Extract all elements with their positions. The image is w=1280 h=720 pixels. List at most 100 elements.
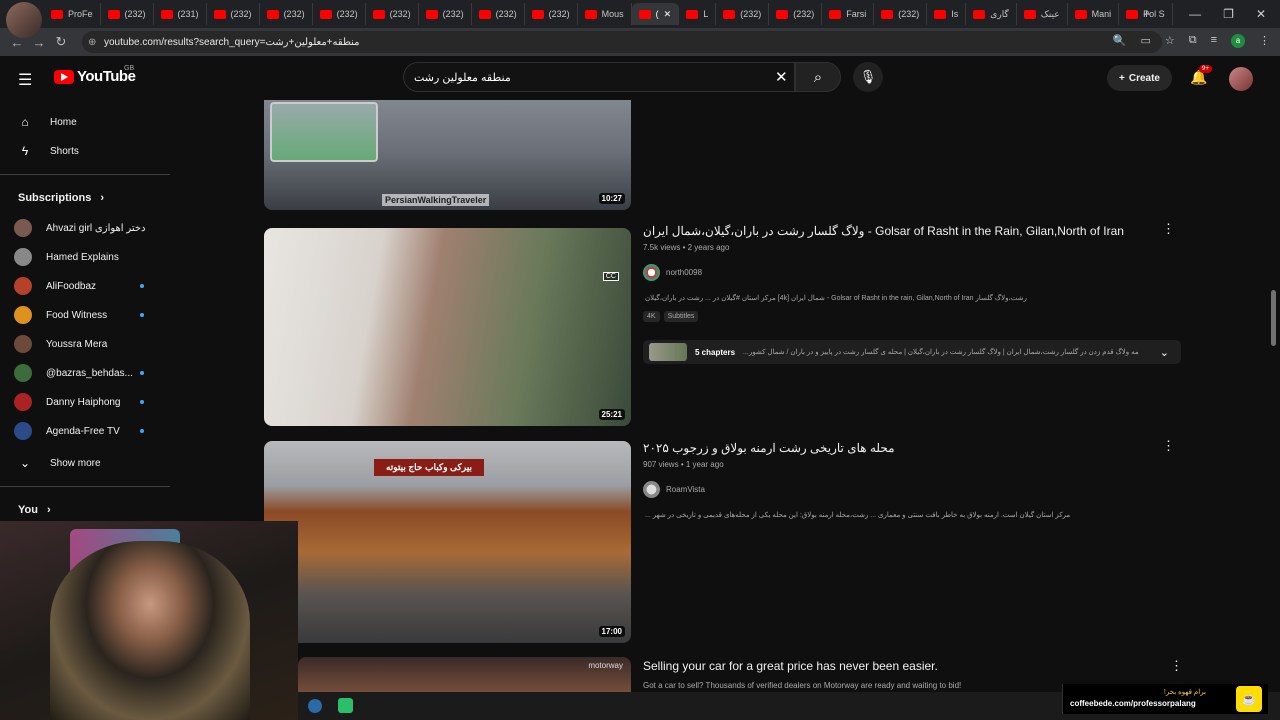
maximize-icon[interactable]: ❐ [1223,7,1234,21]
search-input[interactable]: منطقه معلولین رشت [403,62,795,92]
sidebar-subscription-item[interactable]: Hamed Explains [14,243,164,271]
webcam-person [50,541,250,720]
show-more-button[interactable]: ⌄ Show more [14,449,164,477]
browser-tab[interactable]: Mani [1068,3,1120,25]
browser-tab[interactable]: Mous [578,3,632,25]
chevron-down-icon[interactable]: ⌄ [1160,346,1169,359]
bookmark-star-icon[interactable]: ☆ [1165,34,1175,48]
video-thumbnail[interactable]: CC 25:21 [264,228,631,426]
channel-link[interactable]: RoamVista [643,481,705,498]
sidebar-item-label: Home [50,116,77,128]
browser-tab[interactable]: (232) [101,3,154,25]
browser-tab[interactable]: (231) [154,3,207,25]
video-title[interactable]: ولاگ گلسار رشت در باران،گیلان،شمال ایران… [643,224,1124,238]
app-icon[interactable] [338,698,353,713]
create-button[interactable]: + Create [1107,65,1172,91]
sidebar-subscription-item[interactable]: @bazras_behdas... [14,359,164,387]
tab-favicon-icon [425,9,438,19]
subscription-label: Hamed Explains [46,251,119,263]
more-actions-icon[interactable]: ⋮ [1162,221,1175,237]
sidebar-item-home[interactable]: ⌂ Home [14,108,164,136]
browser-tab[interactable]: Farsi [822,3,875,25]
create-label: Create [1128,72,1160,84]
channel-link[interactable]: north0098 [643,264,702,281]
site-info-icon[interactable]: ⊕ [88,37,96,48]
guide-menu-icon[interactable]: ☰ [18,70,32,90]
subscriptions-heading[interactable]: Subscriptions › [18,192,104,204]
reload-icon[interactable]: ↻ [50,34,72,50]
video-meta: 907 views • 1 year ago [643,460,724,469]
new-tab-icon[interactable]: + [1143,7,1150,21]
browser-tab[interactable]: Is [927,3,967,25]
account-avatar[interactable] [1229,67,1253,91]
badge-row: 4K Subtitles [643,311,699,322]
search-button[interactable]: ⌕ [795,62,841,92]
minimize-icon[interactable]: — [1189,7,1201,21]
more-actions-icon[interactable]: ⋮ [1170,658,1183,674]
browser-tab[interactable]: (232) [472,3,525,25]
clear-search-icon[interactable]: ✕ [775,68,788,86]
chapters-bar[interactable]: 5 chapters ...مه ولاگ قدم زدن در گلسار ر… [643,340,1181,364]
sidebar-item-label: Shorts [50,145,79,157]
sidebar-subscription-item[interactable]: AliFoodbaz [14,272,164,300]
badge-4k: 4K [643,311,660,322]
media-icon[interactable]: ≡ [1211,34,1217,48]
sidebar-item-shorts[interactable]: ϟ Shorts [14,137,164,165]
browser-tab[interactable]: گاری [966,3,1017,25]
steam-icon[interactable] [308,699,322,713]
extensions-icon[interactable]: ⧉ [1189,34,1197,48]
youtube-logo[interactable]: YouTube GB [54,65,136,85]
tab-favicon-icon [584,9,597,19]
browser-tab[interactable]: (232) [874,3,928,25]
tab-favicon-icon [1074,9,1087,19]
voice-search-button[interactable]: 🎙 [853,62,883,92]
tab-favicon-icon [934,9,947,19]
browser-tab[interactable]: (232) [207,3,260,25]
browser-tab[interactable]: (232) [366,3,419,25]
video-title[interactable]: محله های تاریخی رشت ارمنه بولاق و زرجوب … [643,441,895,455]
close-tab-icon[interactable]: ✕ [664,9,672,20]
browser-tab[interactable]: عینک [1017,3,1068,25]
sidebar-subscription-item[interactable]: Youssra Mera [14,330,164,358]
tab-label: Mani [1091,9,1112,19]
browser-tab[interactable]: (232) [419,3,472,25]
notifications-button[interactable]: 🔔 9+ [1190,65,1212,86]
more-actions-icon[interactable]: ⋮ [1162,438,1175,454]
browser-tab[interactable]: (232) [769,3,823,25]
browser-tab[interactable]: (232) [525,3,578,25]
cast-icon[interactable]: ▭ [1140,34,1150,48]
you-heading[interactable]: You › [18,504,51,516]
sidebar-subscription-item[interactable]: Food Witness [14,301,164,329]
video-thumbnail[interactable]: PersianWalkingTraveler 10:27 [264,100,631,210]
forward-icon[interactable]: → [28,35,50,50]
page-scrollbar[interactable] [1269,56,1278,692]
video-thumbnail[interactable]: بیرکی وکباب حاج بیتوته 17:00 [264,441,631,643]
you-heading-label: You [18,504,38,516]
browser-tab[interactable]: (✕ [631,3,680,25]
webcam-overlay [0,521,298,720]
browser-tab[interactable]: (232) [313,3,366,25]
coffee-cup-icon: ☕ [1236,686,1262,712]
subscription-label: AliFoodbaz [46,280,97,292]
channel-avatar [643,264,660,281]
browser-tab[interactable]: ProFe [44,3,101,25]
sidebar-subscription-item[interactable]: Ahvazi girl دختر اهوازی [14,214,164,242]
browser-menu-icon[interactable]: ⋮ [1259,34,1270,48]
browser-tab[interactable]: L [679,3,717,25]
profile-avatar[interactable]: a [1231,34,1245,48]
ad-title[interactable]: Selling your car for a great price has n… [643,659,938,673]
sidebar-subscription-item[interactable]: Agenda-Free TV [14,417,164,445]
channel-avatar [14,306,32,324]
tab-label: گاری [990,8,1009,19]
zoom-icon[interactable]: 🔍 [1113,34,1127,48]
browser-tab[interactable]: (232) [260,3,313,25]
browser-tab[interactable]: (232) [716,3,770,25]
sidebar-subscription-item[interactable]: Danny Haiphong [14,388,164,416]
scrollbar-thumb[interactable] [1271,290,1276,346]
url-field[interactable]: ⊕ youtube.com/results?search_query=منطقه… [82,31,1162,53]
donation-title: برام قهوه بخر! [1163,689,1206,696]
tab-label: (232) [124,9,146,19]
tab-label: (232) [442,9,464,19]
subscription-label: Agenda-Free TV [46,425,120,437]
close-window-icon[interactable]: ✕ [1256,7,1266,21]
